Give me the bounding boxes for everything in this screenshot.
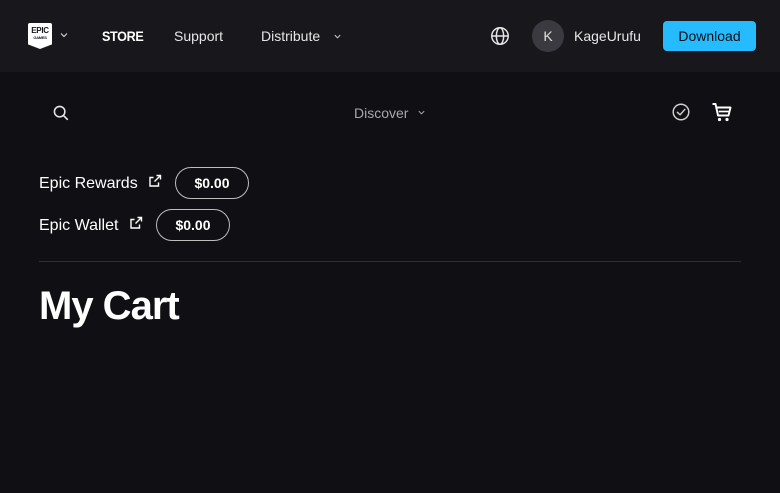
store-link[interactable]: STORE: [102, 28, 144, 44]
discover-dropdown[interactable]: Discover: [354, 105, 408, 121]
download-button[interactable]: Download: [663, 21, 756, 51]
username-label[interactable]: KageUrufu: [574, 28, 641, 44]
epic-wallet-balance: $0.00: [156, 209, 230, 241]
logo-text-epic: EPIC: [31, 26, 49, 35]
chevron-down-icon[interactable]: [333, 32, 342, 41]
nav-link-support[interactable]: Support: [174, 28, 223, 44]
epic-rewards-balance: $0.00: [175, 167, 249, 199]
avatar[interactable]: K: [532, 20, 564, 52]
cart-icon[interactable]: [710, 100, 734, 124]
nav-link-distribute[interactable]: Distribute: [261, 28, 320, 44]
check-circle-icon[interactable]: [670, 101, 692, 123]
epic-rewards-link[interactable]: Epic Rewards: [39, 175, 138, 193]
section-divider: [39, 261, 741, 262]
globe-icon[interactable]: [489, 25, 511, 47]
logo-text-games: GAMES: [33, 35, 47, 40]
external-link-icon[interactable]: [128, 215, 144, 231]
search-icon[interactable]: [52, 104, 70, 122]
chevron-down-icon[interactable]: [59, 30, 69, 40]
epic-games-logo[interactable]: EPIC GAMES: [28, 23, 52, 49]
chevron-down-icon[interactable]: [417, 108, 426, 117]
external-link-icon[interactable]: [147, 173, 163, 189]
page-title: My Cart: [39, 284, 180, 328]
epic-wallet-link[interactable]: Epic Wallet: [39, 217, 118, 235]
top-navigation-bar: EPIC GAMES STORE Support Distribute K Ka…: [0, 0, 780, 72]
